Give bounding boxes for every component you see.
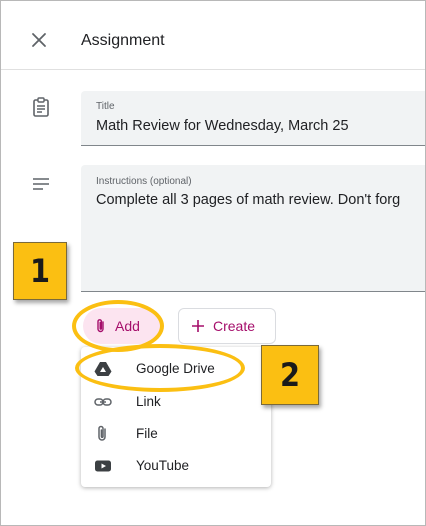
instructions-field[interactable]: Instructions (optional) Complete all 3 p… (81, 165, 425, 292)
instructions-label: Instructions (optional) (96, 176, 192, 187)
close-icon[interactable] (28, 29, 50, 51)
plus-icon (192, 320, 204, 332)
step-2-callout: 2 (261, 345, 319, 405)
dialog-title: Assignment (81, 32, 165, 49)
title-value[interactable]: Math Review for Wednesday, March 25 (96, 118, 349, 134)
notes-icon (33, 178, 49, 190)
dialog-header: Assignment (1, 1, 425, 70)
assignment-icon (33, 97, 49, 117)
step-1-callout: 1 (13, 242, 67, 300)
paperclip-icon (98, 425, 106, 441)
title-label: Title (96, 101, 115, 112)
highlight-ring-google-drive (75, 344, 245, 392)
title-field[interactable]: Title Math Review for Wednesday, March 2… (81, 91, 425, 146)
menu-item-label: YouTube (136, 458, 190, 473)
create-button[interactable]: Create (178, 308, 276, 344)
instructions-value[interactable]: Complete all 3 pages of math review. Don… (96, 192, 400, 208)
menu-item-file[interactable]: File (81, 417, 271, 449)
link-icon (94, 398, 112, 406)
menu-item-label: Link (136, 394, 161, 409)
menu-item-label: File (136, 426, 158, 441)
assignment-dialog: Assignment Title Math Review for Wednesd… (0, 0, 426, 526)
create-button-label: Create (213, 318, 256, 334)
youtube-icon (95, 460, 111, 472)
menu-item-youtube[interactable]: YouTube (81, 449, 271, 481)
